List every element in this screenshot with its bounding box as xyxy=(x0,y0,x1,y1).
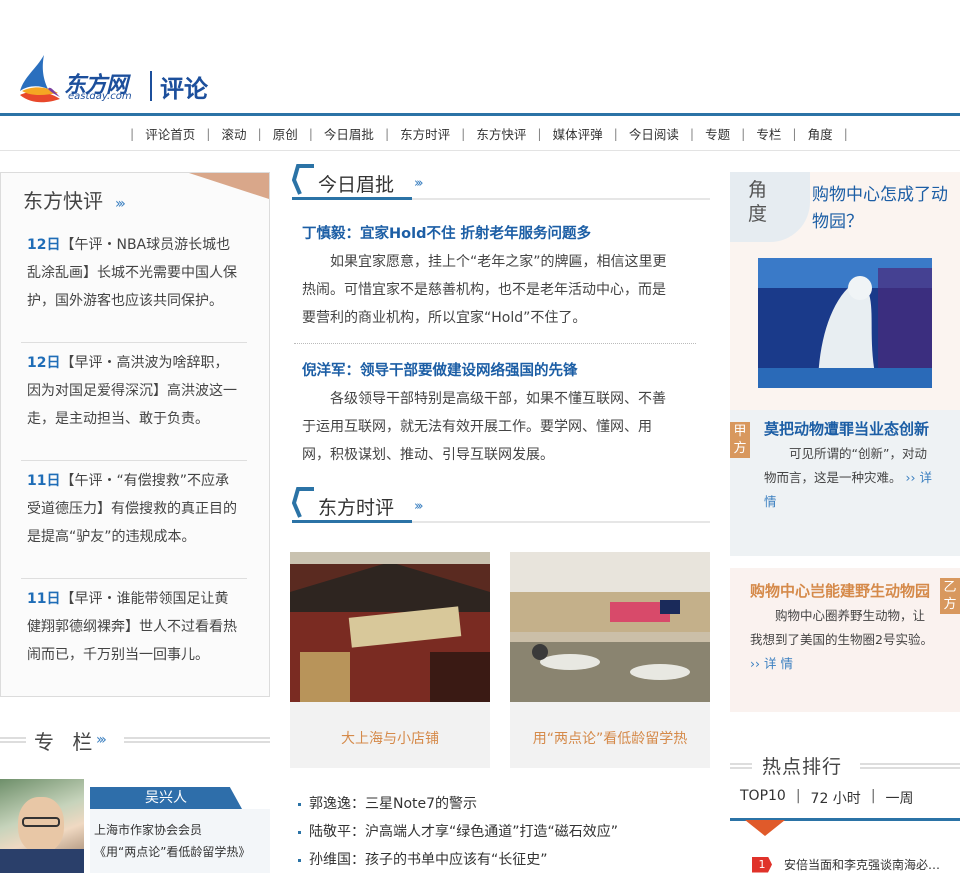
hot-ranking-tabs: TOP10 | 72 小时 | 一周 xyxy=(740,788,924,808)
bullet-icon xyxy=(298,802,301,806)
corner-decoration xyxy=(189,173,269,199)
side-a-badge: 甲方 xyxy=(730,422,750,458)
angle-topic: 角度 购物中心怎成了动物园？ xyxy=(730,172,960,410)
side-b-title[interactable]: 购物中心岂能建野生动物园 xyxy=(750,580,930,601)
site-logo[interactable]: 东方网 eastday.com 评论 xyxy=(18,55,218,107)
section-hook-icon xyxy=(292,487,314,518)
logo-mark-icon xyxy=(20,55,60,103)
side-a-text: 可见所谓的“创新”，对动物而言，这是一种灾难。 ›› 详情 xyxy=(764,446,932,509)
nav-item-quick[interactable]: 东方快评 xyxy=(471,124,531,143)
more-chevron-icon[interactable]: ››› xyxy=(414,176,423,191)
nav-item-east-commentary[interactable]: 东方时评 xyxy=(395,124,455,143)
nav-item-home[interactable]: 评论首页 xyxy=(140,124,200,143)
today-article-title[interactable]: 倪洋军：领导干部要做建设网络强国的先锋 xyxy=(302,359,578,380)
list-item[interactable]: 12日【早评・高洪波为啥辞职，因为对国足爱得深沉】高洪波这一走，是主动担当、敢于… xyxy=(21,343,247,461)
today-article-title[interactable]: 丁慎毅：宜家Hold不住 折射老年服务问题多 xyxy=(302,222,591,243)
columnist-role: 上海市作家协会会员 xyxy=(94,823,203,837)
dotted-divider xyxy=(294,343,696,344)
nav-item-reading[interactable]: 今日阅读 xyxy=(624,124,684,143)
header: 东方网 eastday.com 评论 | 评论首页 | 滚动 | 原创 | 今日眉批 |… xyxy=(0,0,960,152)
column-section-title: 专 栏 xyxy=(34,730,99,754)
section-hook-icon xyxy=(292,164,314,195)
polar-bear-photo[interactable] xyxy=(758,258,932,388)
logo-section-title: 评论 xyxy=(160,75,208,103)
nav-item-media[interactable]: 媒体评弹 xyxy=(548,124,608,143)
angle-question[interactable]: 购物中心怎成了动物园？ xyxy=(812,182,952,236)
angle-section: 角度 购物中心怎成了动物园？ 甲方 莫把动物遭罪当业态创新 可见所谓的“创新”，… xyxy=(730,172,960,712)
nav-item-angle[interactable]: 角度 xyxy=(803,124,838,143)
tab-week[interactable]: 一周 xyxy=(886,788,924,808)
active-tab-indicator-icon xyxy=(745,820,785,836)
nav-item-today[interactable]: 今日眉批 xyxy=(319,124,379,143)
today-article-body: 各级领导干部特别是高级干部，如果不懂互联网、不善于运用互联网，就无法有效开展工作… xyxy=(302,391,666,463)
column-section-header: 专 栏 ››› xyxy=(0,722,270,758)
quick-review-list: 12日【午评・NBA球员游长城也乱涂乱画】长城不光需要中国人保护，国外游客也应该… xyxy=(21,225,247,697)
list-item[interactable]: 陆敬平：沪高端人才享“绿色通道”打造“磁石效应” xyxy=(298,818,718,846)
today-section-title: 今日眉批 xyxy=(318,174,395,196)
table-row[interactable]: 1 安倍当面和李克强谈南海必… xyxy=(752,856,940,873)
nav-item-topics[interactable]: 专题 xyxy=(700,124,735,143)
side-b-badge: 乙方 xyxy=(940,578,960,614)
east-card-caption[interactable]: 用“两点论”看低龄留学热 xyxy=(510,712,710,766)
east-article-list: 郭逸逸：三星Note7的警示 陆敬平：沪高端人才享“绿色通道”打造“磁石效应” … xyxy=(298,790,718,873)
rank-badge: 1 xyxy=(752,856,772,873)
item-date: 11日 xyxy=(27,591,61,607)
header-top-line xyxy=(0,113,960,116)
east-image-card[interactable]: 大上海与小店铺 xyxy=(290,552,490,768)
list-item[interactable]: 孙维国：孩子的书单中应该有“长征史” xyxy=(298,846,718,873)
columnist-name[interactable]: 吴兴人 xyxy=(90,787,242,809)
today-article-body: 如果宜家愿意，挂上个“老年之家”的牌匾，相信这里更热闹。可惜宜家不是慈善机构，也… xyxy=(302,254,667,326)
list-item[interactable]: 11日【早评・谁能带领国足让黄健翔郭德纲裸奔】世人不过看看热闹而已，千万别当一回… xyxy=(21,579,247,697)
today-section-header: 今日眉批 ››› xyxy=(292,164,712,204)
east-section-header: 东方时评 ››› xyxy=(292,487,712,527)
shop-photo xyxy=(290,552,490,702)
tab-top10[interactable]: TOP10 xyxy=(740,788,796,808)
side-b-panel: 乙方 购物中心岂能建野生动物园 购物中心圈养野生动物，让我想到了美国的生物圈2号… xyxy=(730,568,960,712)
more-chevron-icon[interactable]: ››› xyxy=(115,196,126,212)
hot-ranking-header: 热点排行 xyxy=(730,748,960,782)
east-card-caption[interactable]: 大上海与小店铺 xyxy=(290,712,490,766)
more-link[interactable]: ›› 详 情 xyxy=(750,656,793,671)
list-item[interactable]: 12日【午评・NBA球员游长城也乱涂乱画】长城不光需要中国人保护，国外游客也应该… xyxy=(21,225,247,343)
east-image-card[interactable]: 用“两点论”看低龄留学热 xyxy=(510,552,710,768)
logo-divider xyxy=(150,71,152,101)
list-item[interactable]: 郭逸逸：三星Note7的警示 xyxy=(298,790,718,818)
more-chevron-icon[interactable]: ››› xyxy=(96,732,107,748)
list-item[interactable]: 11日【午评・“有偿搜救”不应承受道德压力】有偿搜救的真正目的是提高“驴友”的违… xyxy=(21,461,247,579)
rank-title[interactable]: 安倍当面和李克强谈南海必… xyxy=(784,856,940,873)
bullet-icon xyxy=(298,830,301,834)
columnist-article-link[interactable]: 《用“两点论”看低龄留学热》 xyxy=(94,841,266,863)
nav-bottom-line xyxy=(0,150,960,151)
bullet-icon xyxy=(298,858,301,862)
logo-text-en: eastday.com xyxy=(68,91,132,102)
columnist-info: 上海市作家协会会员 《用“两点论”看低龄留学热》 xyxy=(90,809,270,873)
item-date: 12日 xyxy=(27,237,61,253)
cafeteria-photo xyxy=(510,552,710,702)
columnist-avatar[interactable] xyxy=(0,779,84,873)
nav-item-columns[interactable]: 专栏 xyxy=(751,124,786,143)
quick-review-box: 东方快评 ››› 12日【午评・NBA球员游长城也乱涂乱画】长城不光需要中国人保护… xyxy=(0,172,270,697)
angle-tab: 角度 xyxy=(730,172,810,242)
more-chevron-icon[interactable]: ››› xyxy=(414,499,423,514)
side-a-panel: 甲方 莫把动物遭罪当业态创新 可见所谓的“创新”，对动物而言，这是一种灾难。 ›… xyxy=(730,410,960,556)
east-section-title: 东方时评 xyxy=(318,497,395,519)
nav-item-scroll[interactable]: 滚动 xyxy=(216,124,251,143)
main-nav: | 评论首页 | 滚动 | 原创 | 今日眉批 | 东方时评 | 东方快评 | 媒体评弹 | … xyxy=(130,124,848,143)
side-b-text: 购物中心圈养野生动物，让我想到了美国的生物圈2号实验。 ›› 详 情 xyxy=(750,608,933,671)
item-date: 12日 xyxy=(27,355,61,371)
item-date: 11日 xyxy=(27,473,61,489)
side-a-title[interactable]: 莫把动物遭罪当业态创新 xyxy=(764,418,929,439)
tab-72h[interactable]: 72 小时 xyxy=(811,788,871,808)
nav-item-original[interactable]: 原创 xyxy=(268,124,303,143)
quick-review-title: 东方快评 ››› xyxy=(23,189,126,213)
hot-ranking-title: 热点排行 xyxy=(762,756,843,778)
